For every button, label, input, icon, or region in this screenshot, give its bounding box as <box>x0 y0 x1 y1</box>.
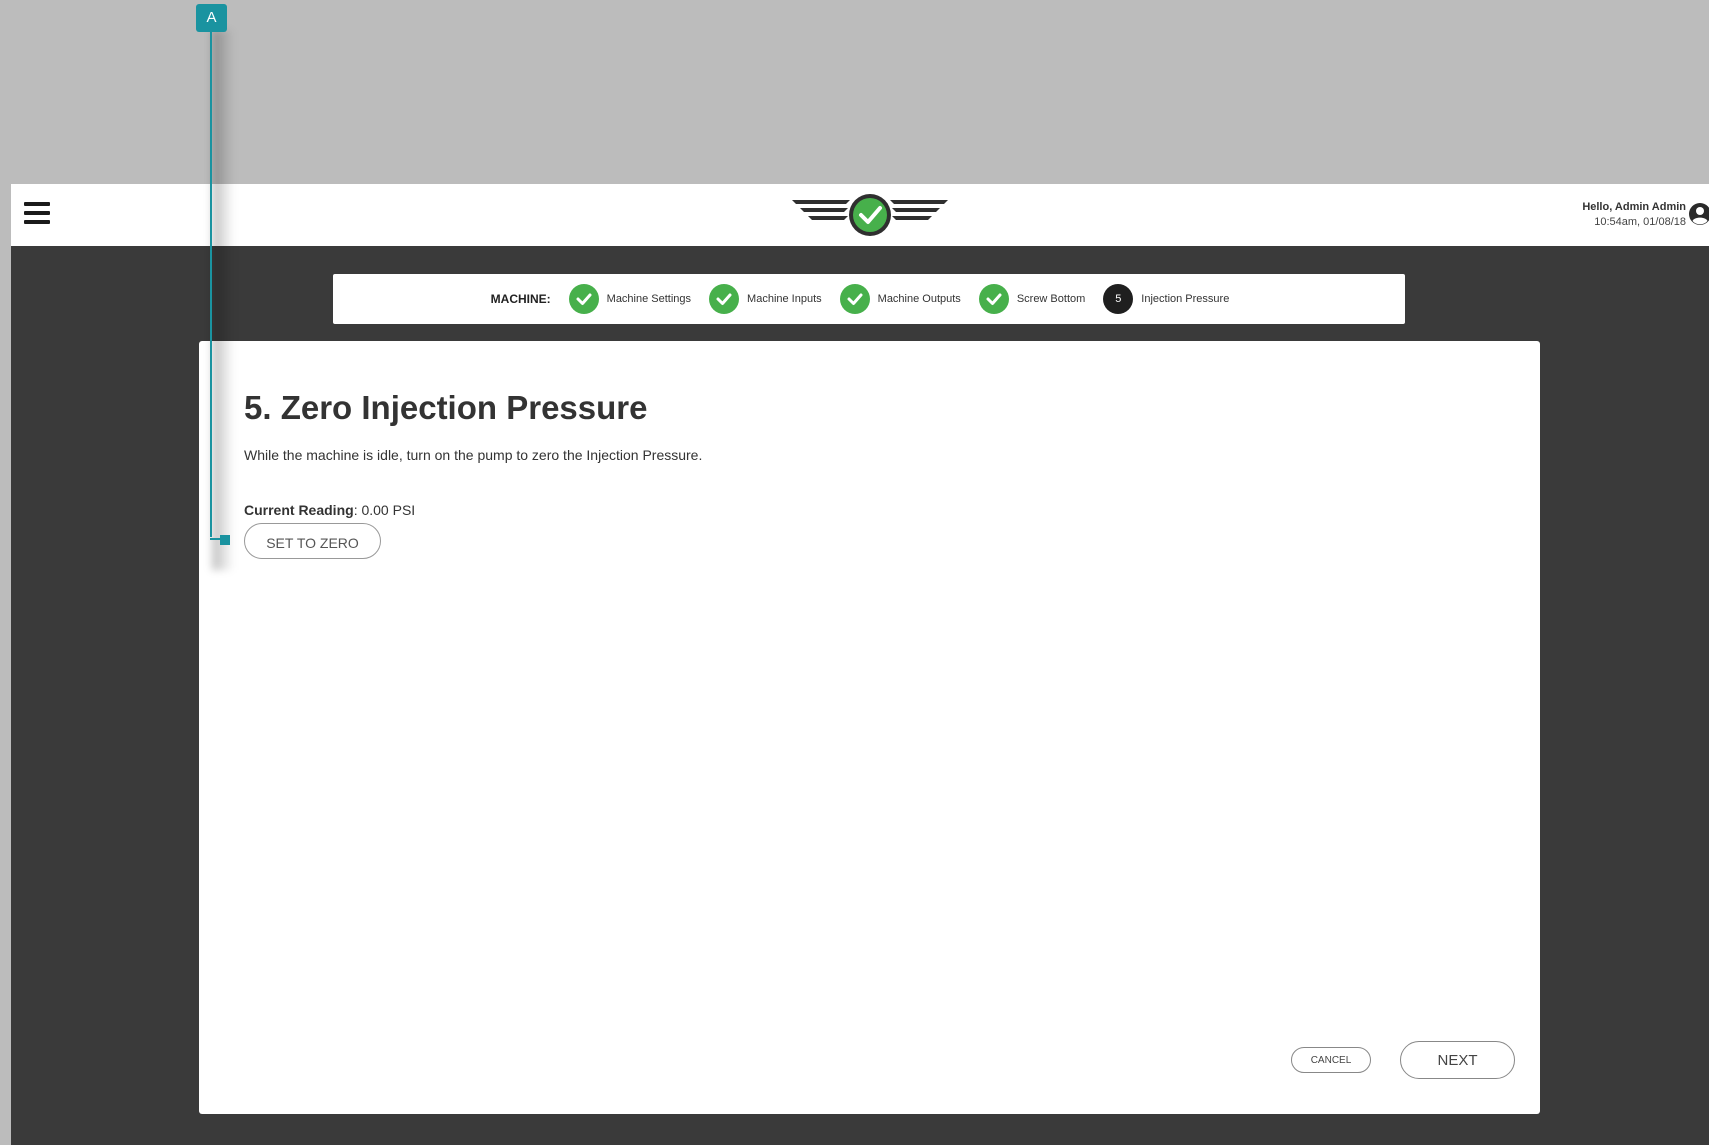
current-reading: Current Reading: 0.00 PSI <box>244 502 415 518</box>
check-icon <box>978 284 1009 314</box>
timestamp-text: 10:54am, 01/08/18 <box>1594 216 1686 228</box>
callout-anchor-marker <box>220 535 230 545</box>
greeting-text: Hello, Admin Admin <box>1582 201 1686 213</box>
callout-leader-line <box>210 32 212 537</box>
step-injection-pressure[interactable]: 5 Injection Pressure <box>1103 284 1229 314</box>
wings-check-logo <box>792 194 948 236</box>
page-title: 5. Zero Injection Pressure <box>244 389 648 426</box>
stepper-label: MACHINE: <box>490 292 551 306</box>
step-machine-outputs[interactable]: Machine Outputs <box>839 284 961 314</box>
step-label: Screw Bottom <box>1016 293 1086 305</box>
user-circle-icon[interactable] <box>1688 202 1709 226</box>
content-card: 5. Zero Injection Pressure While the mac… <box>199 341 1540 1114</box>
next-button[interactable]: NEXT <box>1400 1041 1515 1079</box>
check-icon <box>568 284 599 314</box>
hamburger-menu-icon[interactable] <box>24 202 50 226</box>
user-info: Hello, Admin Admin 10:54am, 01/08/18 <box>1576 201 1686 228</box>
top-bar: Hello, Admin Admin 10:54am, 01/08/18 <box>11 184 1709 246</box>
app-window: Hello, Admin Admin 10:54am, 01/08/18 MAC… <box>11 184 1709 1145</box>
check-icon <box>839 284 870 314</box>
step-label: Injection Pressure <box>1141 293 1230 305</box>
step-label: Machine Inputs <box>747 293 822 305</box>
step-label: Machine Outputs <box>877 293 961 305</box>
wizard-stepper: MACHINE: Machine Settings Machine Inputs… <box>333 274 1405 324</box>
step-label: Machine Settings <box>606 293 692 305</box>
instruction-text: While the machine is idle, turn on the p… <box>244 447 703 463</box>
reading-label: Current Reading <box>244 502 354 518</box>
set-to-zero-button[interactable]: SET TO ZERO <box>244 523 381 559</box>
callout-shadow <box>212 30 234 570</box>
cancel-button[interactable]: CANCEL <box>1291 1047 1371 1073</box>
step-machine-inputs[interactable]: Machine Inputs <box>709 284 822 314</box>
step-number-badge: 5 <box>1103 284 1134 314</box>
callout-badge: A <box>196 4 227 32</box>
step-screw-bottom[interactable]: Screw Bottom <box>978 284 1086 314</box>
step-machine-settings[interactable]: Machine Settings <box>568 284 692 314</box>
check-icon <box>709 284 740 314</box>
reading-value: : 0.00 PSI <box>353 502 416 518</box>
